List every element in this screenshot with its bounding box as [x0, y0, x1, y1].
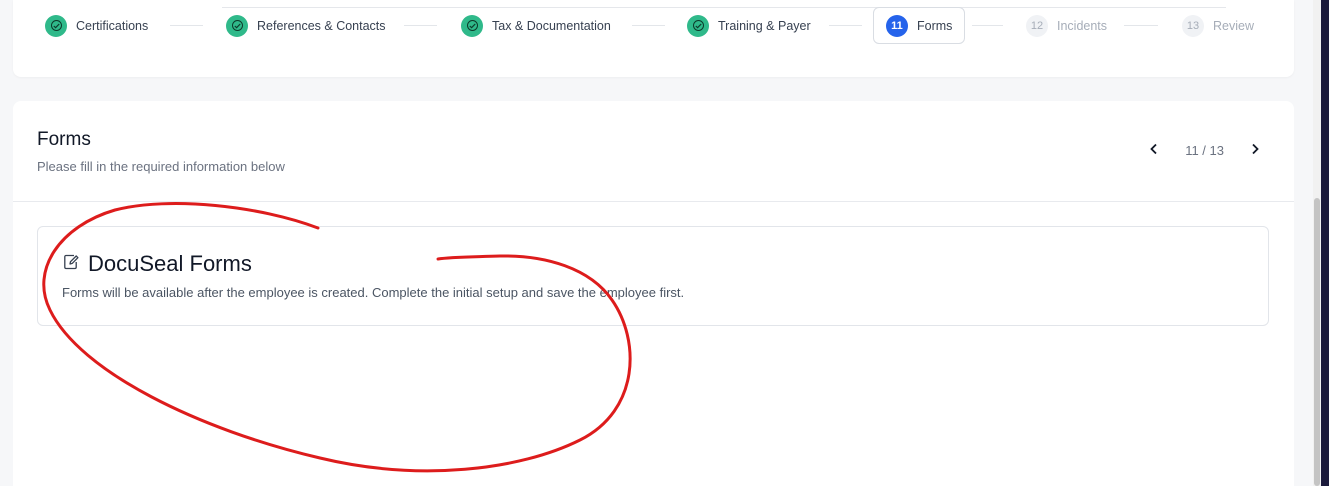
- check-circle-icon: [45, 14, 67, 37]
- step-label: Certifications: [76, 18, 149, 33]
- docuseal-forms-panel: DocuSeal Forms Forms will be available a…: [37, 226, 1269, 326]
- page-indicator: 11 / 13: [1185, 142, 1224, 158]
- section-title: Forms: [37, 129, 91, 150]
- scrollbar-thumb[interactable]: [1314, 198, 1320, 486]
- docuseal-title: DocuSeal Forms: [62, 251, 252, 277]
- section-subtitle: Please fill in the required information …: [37, 159, 285, 174]
- step-number: 11: [886, 14, 908, 37]
- step-label: Forms: [917, 18, 953, 33]
- forms-section-card: Forms Please fill in the required inform…: [13, 101, 1294, 486]
- step-label: Review: [1213, 18, 1254, 33]
- step-references-contacts[interactable]: References & Contacts: [226, 7, 386, 44]
- section-divider: [13, 201, 1294, 202]
- window-edge: [1321, 0, 1329, 486]
- step-pager: 11 / 13: [1149, 142, 1260, 158]
- step-connector: [170, 25, 203, 26]
- step-certifications[interactable]: Certifications: [45, 7, 148, 44]
- step-review[interactable]: 13 Review: [1182, 7, 1254, 44]
- step-label: Training & Payer: [718, 18, 811, 33]
- step-number: 13: [1182, 14, 1204, 37]
- step-label: Incidents: [1057, 18, 1108, 33]
- step-forms[interactable]: 11 Forms: [873, 7, 966, 44]
- chevron-right-icon[interactable]: [1250, 142, 1260, 158]
- step-connector: [632, 25, 665, 26]
- docuseal-description: Forms will be available after the employ…: [62, 285, 685, 300]
- step-label: References & Contacts: [257, 18, 386, 33]
- step-number: 12: [1026, 14, 1048, 37]
- step-connector: [972, 25, 1003, 26]
- docuseal-title-text: DocuSeal Forms: [88, 251, 252, 276]
- step-connector: [1124, 25, 1158, 26]
- step-label: Tax & Documentation: [492, 18, 611, 33]
- check-circle-icon: [226, 14, 248, 37]
- step-incidents[interactable]: 12 Incidents: [1026, 7, 1107, 44]
- step-tax-documentation[interactable]: Tax & Documentation: [461, 7, 611, 44]
- step-connector: [829, 25, 862, 26]
- step-training-payer[interactable]: Training & Payer: [687, 7, 811, 44]
- check-circle-icon: [687, 14, 709, 37]
- edit-document-icon: [62, 251, 80, 277]
- step-connector: [404, 25, 437, 26]
- chevron-left-icon[interactable]: [1149, 142, 1159, 158]
- check-circle-icon: [461, 14, 483, 37]
